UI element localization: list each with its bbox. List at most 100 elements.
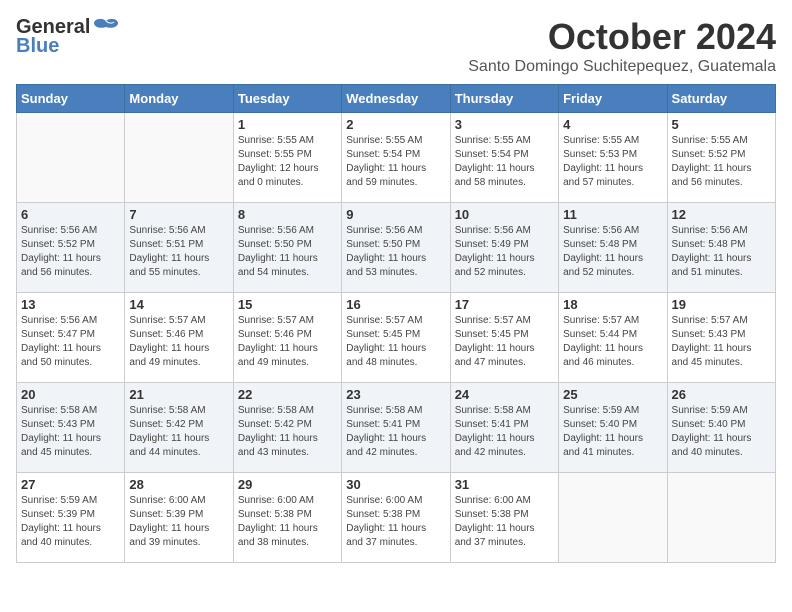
calendar-table: SundayMondayTuesdayWednesdayThursdayFrid…	[16, 84, 776, 563]
calendar-cell: 9Sunrise: 5:56 AM Sunset: 5:50 PM Daylig…	[342, 203, 450, 293]
day-number: 16	[346, 297, 445, 312]
day-info: Sunrise: 5:57 AM Sunset: 5:44 PM Dayligh…	[563, 314, 662, 370]
month-title: October 2024	[468, 16, 776, 58]
day-number: 3	[455, 117, 554, 132]
day-number: 20	[21, 387, 120, 402]
day-number: 17	[455, 297, 554, 312]
day-number: 19	[672, 297, 771, 312]
day-number: 7	[129, 207, 228, 222]
calendar-cell	[125, 113, 233, 203]
weekday-header-wednesday: Wednesday	[342, 85, 450, 113]
calendar-cell: 27 Sunrise: 5:59 AM Sunset: 5:39 PM Dayli…	[17, 473, 125, 563]
weekday-header-row: SundayMondayTuesdayWednesdayThursdayFrid…	[17, 85, 776, 113]
day-info: Sunrise: 5:58 AM Sunset: 5:41 PM Dayligh…	[346, 404, 445, 460]
calendar-cell: 19 Sunrise: 5:57 AM Sunset: 5:43 PM Dayli…	[667, 293, 775, 383]
day-info: Sunrise: 5:59 AM Sunset: 5:40 PM Dayligh…	[563, 404, 662, 460]
day-info: Sunrise: 5:55 AM Sunset: 5:52 PM Dayligh…	[672, 134, 771, 190]
calendar-cell: 31Sunrise: 6:00 AM Sunset: 5:38 PM Dayli…	[450, 473, 558, 563]
day-number: 24	[455, 387, 554, 402]
calendar-cell: 1Sunrise: 5:55 AM Sunset: 5:55 PM Daylig…	[233, 113, 341, 203]
day-info: Sunrise: 5:56 AM Sunset: 5:50 PM Dayligh…	[238, 224, 337, 280]
day-number: 27	[21, 477, 120, 492]
calendar-cell: 7 Sunrise: 5:56 AM Sunset: 5:51 PM Daylig…	[125, 203, 233, 293]
calendar-week-row: 1Sunrise: 5:55 AM Sunset: 5:55 PM Daylig…	[17, 113, 776, 203]
calendar-week-row: 20Sunrise: 5:58 AM Sunset: 5:43 PM Dayli…	[17, 383, 776, 473]
day-number: 8	[238, 207, 337, 222]
day-info: Sunrise: 5:56 AM Sunset: 5:48 PM Dayligh…	[672, 224, 771, 280]
calendar-cell	[667, 473, 775, 563]
calendar-cell: 4 Sunrise: 5:55 AM Sunset: 5:53 PM Daylig…	[559, 113, 667, 203]
calendar-cell: 13 Sunrise: 5:56 AM Sunset: 5:47 PM Dayli…	[17, 293, 125, 383]
day-info: Sunrise: 5:55 AM Sunset: 5:53 PM Dayligh…	[563, 134, 662, 190]
day-info: Sunrise: 5:56 AM Sunset: 5:51 PM Dayligh…	[129, 224, 228, 280]
calendar-cell	[17, 113, 125, 203]
day-number: 25	[563, 387, 662, 402]
day-info: Sunrise: 5:57 AM Sunset: 5:46 PM Dayligh…	[238, 314, 337, 370]
day-number: 12	[672, 207, 771, 222]
day-number: 31	[455, 477, 554, 492]
calendar-cell: 15 Sunrise: 5:57 AM Sunset: 5:46 PM Dayli…	[233, 293, 341, 383]
day-info: Sunrise: 6:00 AM Sunset: 5:38 PM Dayligh…	[238, 494, 337, 550]
calendar-cell: 16 Sunrise: 5:57 AM Sunset: 5:45 PM Dayli…	[342, 293, 450, 383]
page-header: General Blue October 2024 Santo Domingo …	[16, 16, 776, 76]
day-number: 26	[672, 387, 771, 402]
calendar-cell: 18 Sunrise: 5:57 AM Sunset: 5:44 PM Dayli…	[559, 293, 667, 383]
day-number: 6	[21, 207, 120, 222]
weekday-header-monday: Monday	[125, 85, 233, 113]
calendar-cell: 20Sunrise: 5:58 AM Sunset: 5:43 PM Dayli…	[17, 383, 125, 473]
calendar-cell: 14 Sunrise: 5:57 AM Sunset: 5:46 PM Dayli…	[125, 293, 233, 383]
logo: General Blue	[16, 16, 120, 58]
weekday-header-tuesday: Tuesday	[233, 85, 341, 113]
day-number: 13	[21, 297, 120, 312]
calendar-week-row: 13 Sunrise: 5:56 AM Sunset: 5:47 PM Dayli…	[17, 293, 776, 383]
day-info: Sunrise: 5:58 AM Sunset: 5:42 PM Dayligh…	[238, 404, 337, 460]
weekday-header-friday: Friday	[559, 85, 667, 113]
day-number: 15	[238, 297, 337, 312]
day-info: Sunrise: 6:00 AM Sunset: 5:38 PM Dayligh…	[346, 494, 445, 550]
day-info: Sunrise: 5:57 AM Sunset: 5:46 PM Dayligh…	[129, 314, 228, 370]
day-number: 2	[346, 117, 445, 132]
day-info: Sunrise: 5:58 AM Sunset: 5:41 PM Dayligh…	[455, 404, 554, 460]
day-info: Sunrise: 5:56 AM Sunset: 5:48 PM Dayligh…	[563, 224, 662, 280]
calendar-cell: 2 Sunrise: 5:55 AM Sunset: 5:54 PM Daylig…	[342, 113, 450, 203]
day-number: 30	[346, 477, 445, 492]
day-number: 5	[672, 117, 771, 132]
day-info: Sunrise: 5:59 AM Sunset: 5:39 PM Dayligh…	[21, 494, 120, 550]
calendar-cell: 21 Sunrise: 5:58 AM Sunset: 5:42 PM Dayli…	[125, 383, 233, 473]
logo-blue: Blue	[16, 35, 59, 58]
weekday-header-saturday: Saturday	[667, 85, 775, 113]
calendar-cell: 12 Sunrise: 5:56 AM Sunset: 5:48 PM Dayli…	[667, 203, 775, 293]
calendar-cell: 25 Sunrise: 5:59 AM Sunset: 5:40 PM Dayli…	[559, 383, 667, 473]
calendar-week-row: 6Sunrise: 5:56 AM Sunset: 5:52 PM Daylig…	[17, 203, 776, 293]
day-number: 18	[563, 297, 662, 312]
day-info: Sunrise: 5:57 AM Sunset: 5:45 PM Dayligh…	[346, 314, 445, 370]
day-number: 29	[238, 477, 337, 492]
calendar-cell: 24 Sunrise: 5:58 AM Sunset: 5:41 PM Dayli…	[450, 383, 558, 473]
title-section: October 2024 Santo Domingo Suchitepequez…	[468, 16, 776, 76]
day-info: Sunrise: 5:55 AM Sunset: 5:55 PM Dayligh…	[238, 134, 337, 190]
day-number: 14	[129, 297, 228, 312]
calendar-cell: 3Sunrise: 5:55 AM Sunset: 5:54 PM Daylig…	[450, 113, 558, 203]
day-number: 4	[563, 117, 662, 132]
calendar-cell: 5 Sunrise: 5:55 AM Sunset: 5:52 PM Daylig…	[667, 113, 775, 203]
calendar-cell: 10Sunrise: 5:56 AM Sunset: 5:49 PM Dayli…	[450, 203, 558, 293]
day-info: Sunrise: 5:58 AM Sunset: 5:42 PM Dayligh…	[129, 404, 228, 460]
day-info: Sunrise: 5:56 AM Sunset: 5:47 PM Dayligh…	[21, 314, 120, 370]
day-number: 21	[129, 387, 228, 402]
day-number: 23	[346, 387, 445, 402]
calendar-cell: 17 Sunrise: 5:57 AM Sunset: 5:45 PM Dayli…	[450, 293, 558, 383]
calendar-cell: 26Sunrise: 5:59 AM Sunset: 5:40 PM Dayli…	[667, 383, 775, 473]
day-info: Sunrise: 5:57 AM Sunset: 5:45 PM Dayligh…	[455, 314, 554, 370]
day-info: Sunrise: 5:57 AM Sunset: 5:43 PM Dayligh…	[672, 314, 771, 370]
day-info: Sunrise: 5:55 AM Sunset: 5:54 PM Dayligh…	[346, 134, 445, 190]
day-info: Sunrise: 6:00 AM Sunset: 5:39 PM Dayligh…	[129, 494, 228, 550]
calendar-cell: 30 Sunrise: 6:00 AM Sunset: 5:38 PM Dayli…	[342, 473, 450, 563]
day-info: Sunrise: 5:56 AM Sunset: 5:49 PM Dayligh…	[455, 224, 554, 280]
calendar-cell: 23 Sunrise: 5:58 AM Sunset: 5:41 PM Dayli…	[342, 383, 450, 473]
weekday-header-thursday: Thursday	[450, 85, 558, 113]
location-subtitle: Santo Domingo Suchitepequez, Guatemala	[468, 58, 776, 76]
calendar-cell: 6Sunrise: 5:56 AM Sunset: 5:52 PM Daylig…	[17, 203, 125, 293]
calendar-cell: 29 Sunrise: 6:00 AM Sunset: 5:38 PM Dayli…	[233, 473, 341, 563]
day-number: 22	[238, 387, 337, 402]
day-info: Sunrise: 5:56 AM Sunset: 5:50 PM Dayligh…	[346, 224, 445, 280]
